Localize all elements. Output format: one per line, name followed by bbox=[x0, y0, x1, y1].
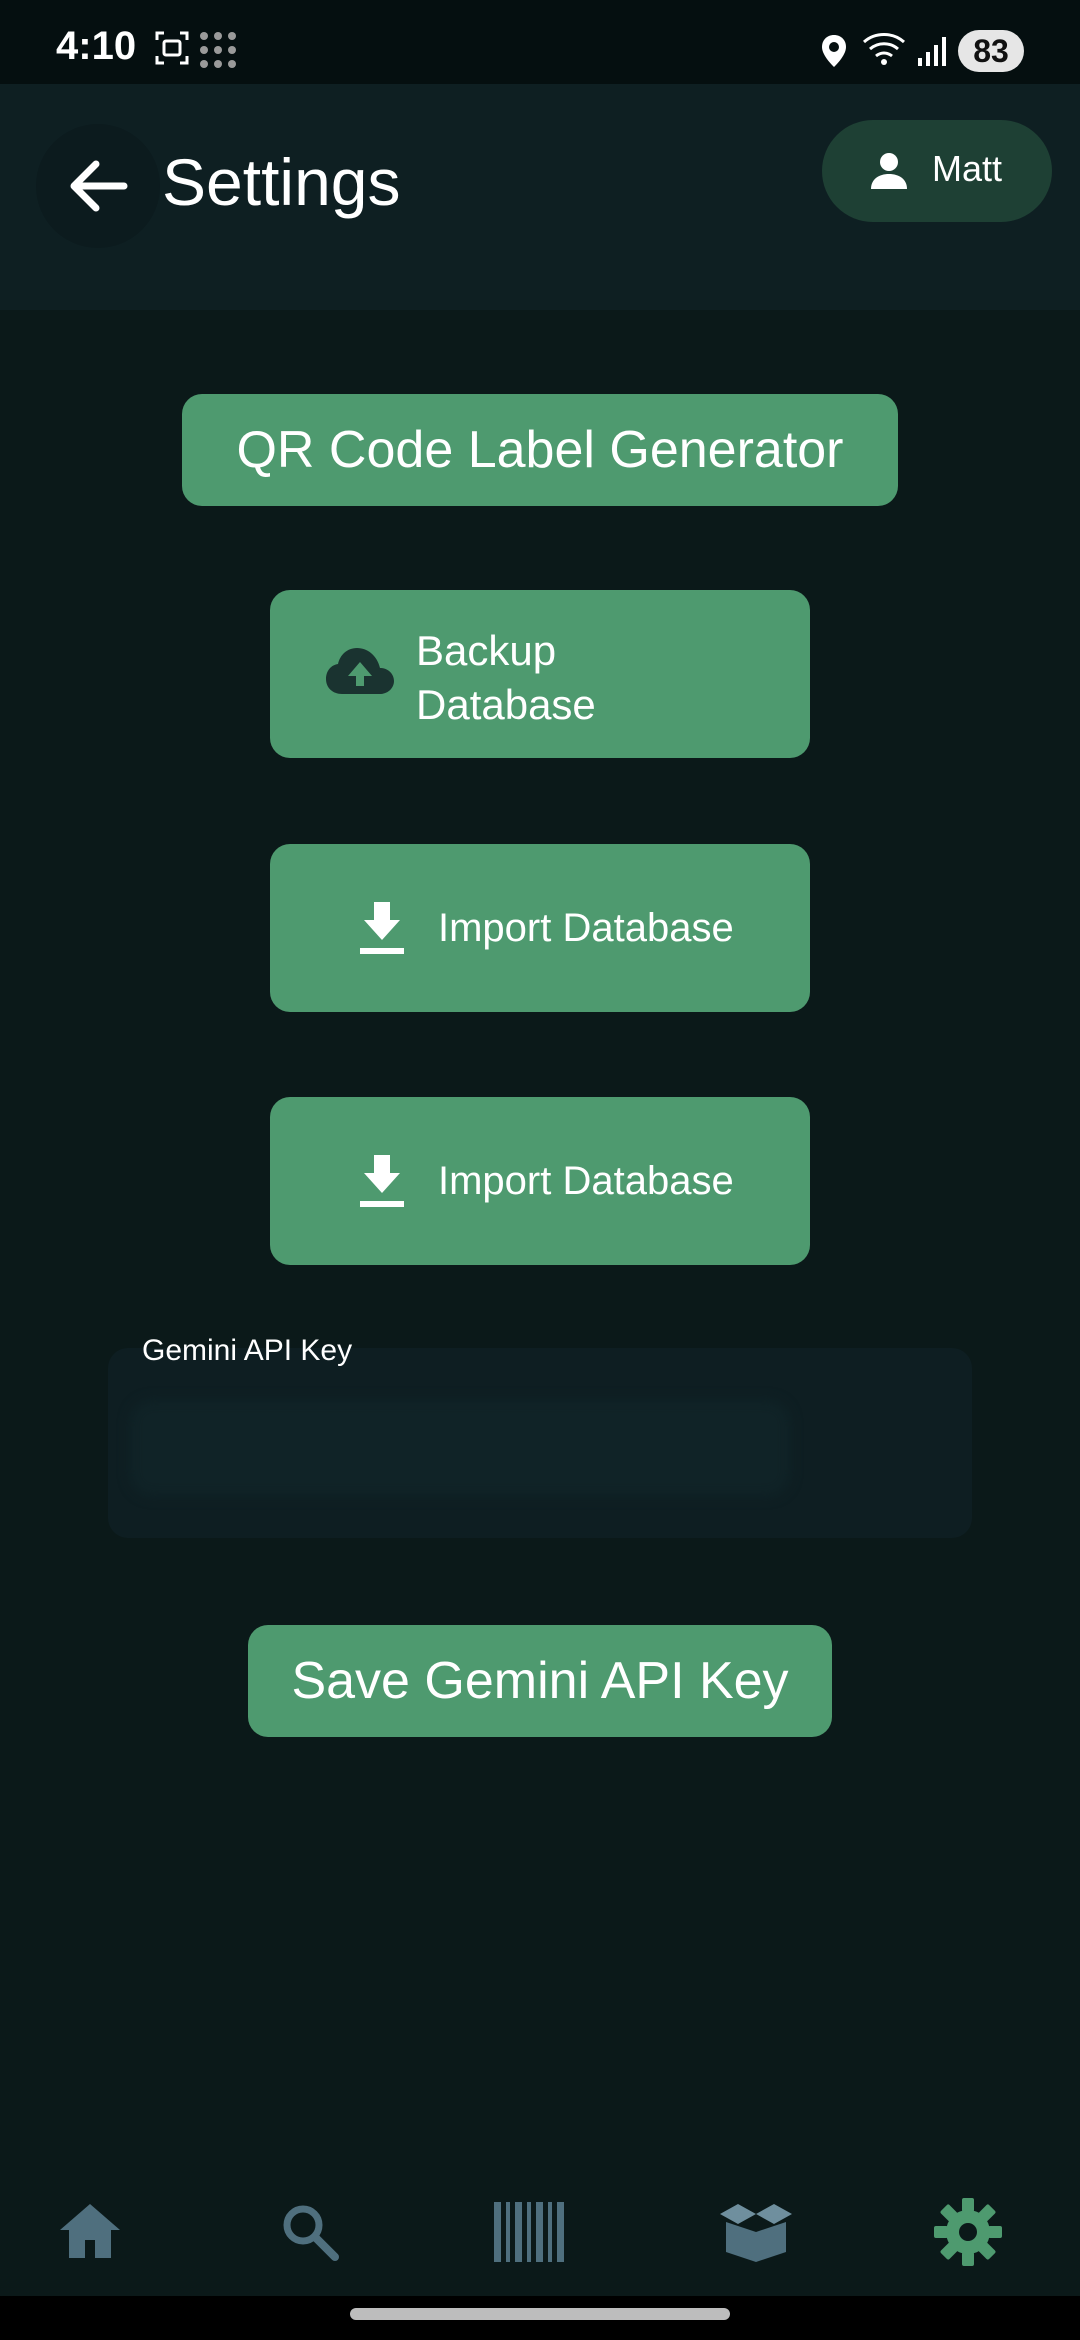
backup-button-label: Backup Database bbox=[416, 627, 596, 728]
signal-icon bbox=[918, 37, 946, 66]
save-gemini-api-key-button[interactable]: Save Gemini API Key bbox=[248, 1625, 832, 1737]
user-chip[interactable]: Matt bbox=[822, 120, 1052, 222]
battery-indicator: 83 bbox=[958, 30, 1024, 72]
gemini-api-key-field[interactable] bbox=[108, 1348, 972, 1538]
user-name: Matt bbox=[932, 148, 1003, 189]
download-icon bbox=[360, 902, 404, 954]
app-bar: Settings Matt bbox=[0, 84, 1080, 310]
home-icon[interactable] bbox=[50, 2192, 130, 2272]
bottom-nav bbox=[0, 2168, 1080, 2296]
import-button-label-2: Import Database bbox=[438, 1159, 734, 1203]
wifi-icon bbox=[862, 33, 906, 65]
api-key-label: Gemini API Key bbox=[142, 1334, 353, 1367]
barcode-icon[interactable] bbox=[490, 2192, 570, 2272]
qr-code-label-generator-button[interactable]: QR Code Label Generator bbox=[182, 394, 898, 506]
cloud-upload-icon bbox=[326, 648, 394, 694]
arrow-left-icon bbox=[70, 160, 128, 212]
back-button[interactable] bbox=[36, 124, 160, 248]
search-icon[interactable] bbox=[270, 2192, 350, 2272]
download-icon bbox=[360, 1155, 404, 1207]
gesture-handle[interactable] bbox=[350, 2308, 730, 2320]
qr-button-label: QR Code Label Generator bbox=[236, 421, 844, 479]
import-database-button[interactable]: Import Database bbox=[270, 844, 810, 1012]
gear-icon[interactable] bbox=[928, 2192, 1008, 2272]
import-database-button-2[interactable]: Import Database bbox=[270, 1097, 810, 1265]
person-icon bbox=[871, 153, 907, 189]
page-title: Settings bbox=[162, 145, 401, 219]
import-button-label: Import Database bbox=[438, 906, 734, 950]
screenshot-icon bbox=[155, 31, 189, 65]
status-bar: 4:10 83 bbox=[0, 0, 1080, 84]
box-icon[interactable] bbox=[716, 2192, 796, 2272]
status-time: 4:10 bbox=[56, 24, 137, 68]
dots-grid-icon bbox=[200, 32, 236, 68]
save-button-label: Save Gemini API Key bbox=[291, 1652, 789, 1710]
redacted-value bbox=[130, 1400, 790, 1496]
location-icon bbox=[822, 35, 846, 67]
gesture-bar bbox=[0, 2296, 1080, 2340]
backup-database-button[interactable]: Backup Database bbox=[270, 590, 810, 758]
